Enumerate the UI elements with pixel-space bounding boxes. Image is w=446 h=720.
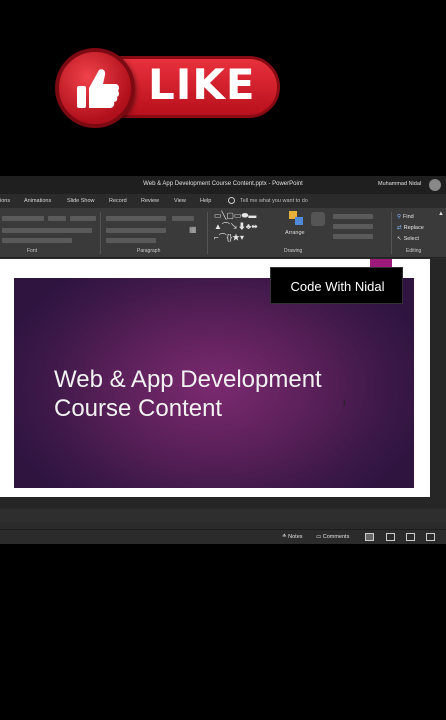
- align-buttons[interactable]: [106, 228, 166, 233]
- replace-label: Replace: [403, 225, 424, 231]
- select-button[interactable]: ↖ Select: [397, 236, 419, 242]
- title-bar: Web & App Development Course Content.ppt…: [0, 176, 446, 194]
- menu-item-transitions[interactable]: ions: [0, 198, 10, 204]
- shapes-row3-icon[interactable]: ⌐⌒{}★▾: [214, 234, 244, 242]
- reading-view-icon[interactable]: [406, 533, 415, 541]
- ribbon-separator: [100, 212, 101, 254]
- watermark-badge: Code With Nidal: [270, 267, 403, 304]
- font-size-box[interactable]: [48, 216, 66, 221]
- avatar[interactable]: [429, 179, 441, 191]
- replace-icon: ⇄: [397, 225, 402, 231]
- convert-smartart-icon[interactable]: ▦: [189, 226, 197, 234]
- group-label-paragraph: Paragraph: [137, 248, 161, 254]
- menu-item-help[interactable]: Help: [200, 198, 211, 204]
- ribbon: Font ▦ Paragraph ▭╲▢▭⬬▬ ▲⌒↘⬇♣⬌ ⌐⌒{}★▾ Ar…: [0, 208, 446, 258]
- search-icon: ⚲: [397, 214, 402, 220]
- group-label-editing: Editing: [406, 248, 422, 254]
- normal-view-icon[interactable]: [365, 533, 374, 541]
- font-color-buttons[interactable]: [2, 238, 72, 243]
- status-bar: ≛ Notes ▭ Comments: [0, 529, 446, 544]
- user-name[interactable]: Muhammad Nidal: [378, 181, 421, 187]
- comment-icon: ▭: [316, 534, 323, 540]
- slide-sorter-icon[interactable]: [386, 533, 395, 541]
- menu-item-animations[interactable]: Animations: [24, 198, 51, 204]
- cursor-icon: ↖: [397, 236, 402, 242]
- comments-button[interactable]: ▭ Comments: [316, 534, 349, 540]
- tell-me-search[interactable]: Tell me what you want to do: [240, 198, 308, 204]
- menu-bar: ions Animations Slide Show Record Review…: [0, 194, 446, 208]
- find-label: Find: [403, 214, 414, 220]
- notes-button[interactable]: ≛ Notes: [282, 534, 303, 540]
- shape-fill-button[interactable]: [333, 214, 373, 219]
- arrange-icon[interactable]: [289, 211, 303, 225]
- title-slide[interactable]: Web & App Development Course Content I: [14, 278, 414, 488]
- shape-effects-button[interactable]: [333, 234, 373, 239]
- thumbs-up-circle: [55, 48, 135, 128]
- ribbon-collapse-icon[interactable]: ▲: [438, 211, 446, 217]
- text-direction-buttons[interactable]: [172, 216, 194, 221]
- horizontal-scrollbar[interactable]: [0, 509, 446, 522]
- spacing-buttons[interactable]: [106, 238, 156, 243]
- ribbon-separator: [207, 212, 208, 254]
- group-label-drawing: Drawing: [284, 248, 303, 254]
- slide-title[interactable]: Web & App Development Course Content: [54, 365, 394, 423]
- thumbs-up-icon: [77, 69, 120, 108]
- menu-item-record[interactable]: Record: [109, 198, 127, 204]
- font-name-box[interactable]: [2, 216, 44, 221]
- arrange-square-icon: [295, 217, 303, 225]
- shape-outline-button[interactable]: [333, 224, 373, 229]
- list-buttons[interactable]: [106, 216, 166, 221]
- watermark-text: Code With Nidal: [290, 279, 385, 294]
- lightbulb-icon: [228, 197, 235, 204]
- menu-item-review[interactable]: Review: [141, 198, 159, 204]
- powerpoint-window: Web & App Development Course Content.ppt…: [0, 176, 446, 544]
- group-label-font: Font: [27, 248, 38, 254]
- select-label: Select: [403, 236, 419, 242]
- text-cursor-icon: I: [343, 398, 346, 408]
- slide-title-line1: Web & App Development: [54, 366, 322, 393]
- slideshow-view-icon[interactable]: [426, 533, 435, 541]
- font-grow-buttons[interactable]: [70, 216, 96, 221]
- find-button[interactable]: ⚲ Find: [397, 214, 414, 220]
- ribbon-separator: [391, 212, 392, 254]
- quick-styles-icon[interactable]: [311, 212, 325, 226]
- accent-bar: [370, 259, 392, 267]
- font-format-buttons[interactable]: [2, 228, 92, 233]
- menu-item-view[interactable]: View: [174, 198, 186, 204]
- shapes-row2-icon[interactable]: ▲⌒↘⬇♣⬌: [214, 223, 258, 231]
- menu-item-slide-show[interactable]: Slide Show: [67, 198, 95, 204]
- notes-label: Notes: [288, 534, 303, 540]
- like-label: LIKE: [148, 60, 256, 109]
- comments-label: Comments: [322, 534, 350, 540]
- replace-button[interactable]: ⇄ Replace: [397, 225, 424, 231]
- shapes-row1-icon[interactable]: ▭╲▢▭⬬▬: [214, 212, 256, 220]
- arrange-button[interactable]: Arrange: [285, 230, 305, 236]
